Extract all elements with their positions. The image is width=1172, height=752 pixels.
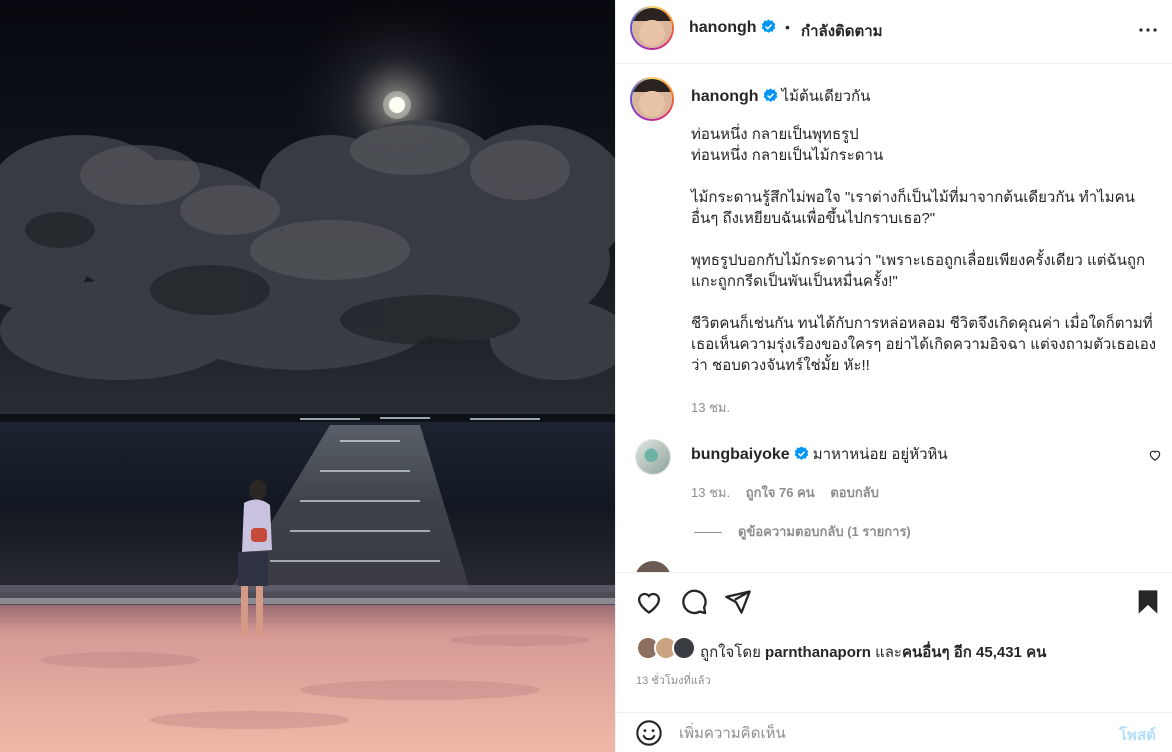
add-comment-bar: โพสต์ (616, 712, 1172, 752)
comment-meta: 13 ชม. ถูกใจ 76 คน ตอบกลับ (691, 482, 891, 503)
next-commenter-avatar[interactable] (635, 561, 671, 572)
caption-author-avatar[interactable] (630, 77, 674, 121)
caption-paragraph: ท่อนหนึ่ง กลายเป็นพุทธรูป ท่อนหนึ่ง กลาย… (691, 126, 884, 164)
post-timestamp[interactable]: 13 ชั่วโมงที่แล้ว (636, 671, 711, 689)
post-actions: ถูกใจโดย parnthanaporn และคนอื่นๆ อีก 45… (616, 572, 1172, 712)
comment-icon[interactable] (680, 588, 708, 616)
verified-badge-icon (761, 19, 775, 34)
view-replies-label: ดูข้อความตอบกลับ (1 รายการ) (738, 524, 911, 539)
commenter-avatar[interactable] (635, 439, 671, 475)
more-options-icon[interactable] (1136, 18, 1160, 42)
liked-by-others-link[interactable]: คนอื่นๆ (902, 644, 950, 661)
liked-by-prefix: ถูกใจโดย (700, 644, 761, 661)
post-photo[interactable] (0, 0, 615, 752)
share-icon[interactable] (724, 588, 752, 616)
comment-text: มาหาหน่อย อยู่หัวหิน (812, 446, 948, 463)
comment-timestamp[interactable]: 13 ชม. (691, 485, 730, 500)
caption-title: ไม้ต้นเดียวกัน (781, 88, 871, 105)
following-button[interactable]: กำลังติดตาม (801, 19, 883, 43)
comment-like-heart-icon[interactable] (1148, 448, 1162, 462)
author-username[interactable]: hanongh (689, 19, 757, 36)
replies-divider-line (694, 532, 722, 534)
post-side-panel: hanongh • กำลังติดตาม hanongh ไม้ต้นเดียว… (615, 0, 1172, 752)
heart-icon[interactable] (635, 588, 663, 616)
liker-avatars[interactable] (636, 636, 696, 660)
moonlit-beach-image (0, 0, 615, 752)
verified-badge-icon (794, 446, 808, 461)
emoji-icon[interactable] (635, 719, 663, 747)
post-comment-button[interactable]: โพสต์ (1119, 723, 1156, 747)
comment-input[interactable] (679, 721, 1099, 745)
liked-by-and: และ (875, 644, 902, 661)
caption-paragraph: พุทธรูปบอกกับไม้กระดานว่า "เพราะเธอถูกเล… (691, 252, 1146, 290)
caption-text: ท่อนหนึ่ง กลายเป็นพุทธรูป ท่อนหนึ่ง กลาย… (691, 124, 1161, 397)
caption-paragraph: ไม้กระดานรู้สึกไม่พอใจ "เราต่างก็เป็นไม้… (691, 189, 1135, 227)
liker-avatar (672, 636, 696, 660)
caption-username[interactable]: hanongh (691, 88, 759, 105)
reply-button[interactable]: ตอบกลับ (830, 485, 879, 500)
commenter-username[interactable]: bungbaiyoke (691, 446, 790, 463)
caption-timestamp[interactable]: 13 ชม. (691, 397, 730, 418)
liked-by-user-link[interactable]: parnthanaporn (765, 644, 871, 661)
header-separator: • (785, 19, 790, 35)
liked-by-count[interactable]: อีก 45,431 คน (954, 644, 1047, 661)
bookmark-icon[interactable] (1134, 588, 1162, 616)
caption-paragraph: ชีวิตคนก็เช่นกัน ทนได้กับการหล่อหลอม ชีว… (691, 315, 1157, 374)
post-header: hanongh • กำลังติดตาม (616, 0, 1172, 64)
comment-like-count[interactable]: ถูกใจ 76 คน (746, 485, 815, 500)
likes-summary: ถูกใจโดย parnthanaporn และคนอื่นๆ อีก 45… (700, 640, 1046, 664)
view-replies-button[interactable]: ดูข้อความตอบกลับ (1 รายการ) (694, 521, 911, 542)
comments-section[interactable]: hanongh ไม้ต้นเดียวกัน ท่อนหนึ่ง กลายเป็น… (616, 64, 1172, 572)
author-avatar[interactable] (630, 6, 674, 50)
verified-badge-icon (763, 88, 777, 103)
